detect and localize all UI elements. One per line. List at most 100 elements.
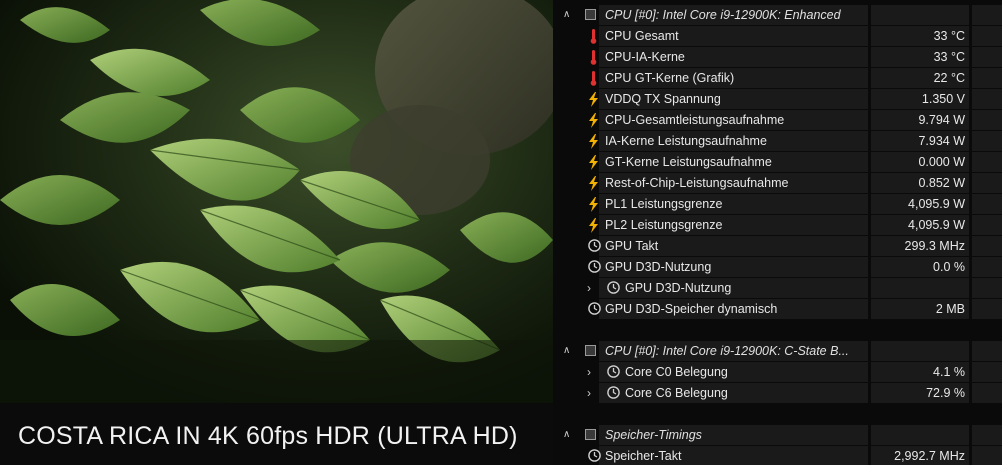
- lightning-icon: [588, 197, 599, 212]
- collapse-caret-icon[interactable]: ∧: [563, 345, 570, 356]
- sensor-row[interactable]: PL1 Leistungsgrenze 4,095.9 W: [553, 194, 1002, 215]
- sensor-row[interactable]: › Core C0 Belegung 4.1 %: [553, 362, 1002, 383]
- sensor-label: CPU-IA-Kerne: [605, 50, 685, 64]
- chip-icon: [585, 345, 596, 356]
- clock-icon: [607, 386, 620, 401]
- thermometer-icon: [588, 50, 599, 65]
- sensor-row[interactable]: CPU GT-Kerne (Grafik) 22 °C: [553, 68, 1002, 89]
- row-background: [972, 110, 1002, 130]
- sensor-label: IA-Kerne Leistungsaufnahme: [605, 134, 767, 148]
- clock-icon: [588, 449, 601, 464]
- sensor-group-title: CPU [#0]: Intel Core i9-12900K: Enhanced: [605, 8, 841, 22]
- sensor-label: CPU GT-Kerne (Grafik): [605, 71, 735, 85]
- row-background: [972, 26, 1002, 46]
- sensor-row[interactable]: › Core C6 Belegung 72.9 %: [553, 383, 1002, 404]
- sensor-group-header[interactable]: ∧ Speicher-Timings: [553, 425, 1002, 446]
- sensor-label: CPU Gesamt: [605, 29, 679, 43]
- row-background: [871, 278, 969, 298]
- expand-chevron-icon[interactable]: ›: [587, 281, 591, 295]
- row-background: [972, 236, 1002, 256]
- clock-icon: [588, 302, 601, 317]
- row-background: [972, 173, 1002, 193]
- row-background: [972, 215, 1002, 235]
- sensor-row[interactable]: GPU Takt 299.3 MHz: [553, 236, 1002, 257]
- sensor-row[interactable]: CPU-Gesamtleistungsaufnahme 9.794 W: [553, 110, 1002, 131]
- thermometer-icon: [588, 71, 599, 86]
- sensor-label: GPU D3D-Nutzung: [605, 260, 712, 274]
- sensor-group-header[interactable]: ∧ CPU [#0]: Intel Core i9-12900K: C-State…: [553, 341, 1002, 362]
- sensor-label: Core C0 Belegung: [625, 365, 728, 379]
- row-background: [972, 89, 1002, 109]
- row-background: [972, 278, 1002, 298]
- sensor-value: 7.934 W: [918, 134, 965, 148]
- sensor-label: VDDQ TX Spannung: [605, 92, 721, 106]
- sensor-label: Rest-of-Chip-Leistungsaufnahme: [605, 176, 789, 190]
- thermometer-icon: [588, 29, 599, 44]
- sensor-value: 72.9 %: [926, 386, 965, 400]
- collapse-caret-icon[interactable]: ∧: [563, 429, 570, 440]
- row-background: [972, 425, 1002, 445]
- row-background: [972, 68, 1002, 88]
- clock-icon: [607, 281, 620, 296]
- row-background: [972, 299, 1002, 319]
- sensor-group-header[interactable]: ∧ CPU [#0]: Intel Core i9-12900K: Enhance…: [553, 5, 1002, 26]
- row-background: [972, 341, 1002, 361]
- sensor-row[interactable]: CPU Gesamt 33 °C: [553, 26, 1002, 47]
- expand-chevron-icon[interactable]: ›: [587, 386, 591, 400]
- sensor-row[interactable]: Speicher-Takt 2,992.7 MHz: [553, 446, 1002, 465]
- sensor-value: 33 °C: [933, 29, 965, 43]
- lightning-icon: [588, 176, 599, 191]
- sensor-label: GPU D3D-Nutzung: [625, 281, 732, 295]
- sensor-value: 9.794 W: [918, 113, 965, 127]
- sensor-row[interactable]: GPU D3D-Nutzung 0.0 %: [553, 257, 1002, 278]
- row-background: [972, 257, 1002, 277]
- row-background: [972, 47, 1002, 67]
- row-background: [871, 425, 969, 445]
- sensor-label: Speicher-Takt: [605, 449, 682, 463]
- sensor-label: GPU D3D-Speicher dynamisch: [605, 302, 778, 316]
- clock-icon: [588, 260, 601, 275]
- row-background: [972, 194, 1002, 214]
- sensor-value: 1.350 V: [921, 92, 965, 106]
- sensor-row[interactable]: GPU D3D-Speicher dynamisch 2 MB: [553, 299, 1002, 320]
- sensor-value: 22 °C: [933, 71, 965, 85]
- lightning-icon: [588, 218, 599, 233]
- row-background: [972, 5, 1002, 25]
- sensor-row[interactable]: VDDQ TX Spannung 1.350 V: [553, 89, 1002, 110]
- sensor-label: CPU-Gesamtleistungsaufnahme: [605, 113, 785, 127]
- sensor-value: 299.3 MHz: [904, 239, 965, 253]
- lightning-icon: [588, 113, 599, 128]
- sensor-row[interactable]: › GPU D3D-Nutzung: [553, 278, 1002, 299]
- sensor-row[interactable]: IA-Kerne Leistungsaufnahme 7.934 W: [553, 131, 1002, 152]
- sensor-label: GPU Takt: [605, 239, 659, 253]
- lightning-icon: [588, 134, 599, 149]
- row-background: [871, 341, 969, 361]
- sensor-row[interactable]: GT-Kerne Leistungsaufnahme 0.000 W: [553, 152, 1002, 173]
- video-player[interactable]: COSTA RICA IN 4K 60fps HDR (ULTRA HD): [0, 0, 553, 465]
- row-background: [972, 131, 1002, 151]
- sensor-label: PL2 Leistungsgrenze: [605, 218, 723, 232]
- row-background: [972, 152, 1002, 172]
- sensor-panel[interactable]: ∧ CPU [#0]: Intel Core i9-12900K: Enhance…: [553, 0, 1002, 465]
- lightning-icon: [588, 155, 599, 170]
- video-frame: [0, 0, 553, 403]
- chip-icon: [585, 429, 596, 440]
- sensor-label: Core C6 Belegung: [625, 386, 728, 400]
- sensor-value: 33 °C: [933, 50, 965, 64]
- sensor-row[interactable]: CPU-IA-Kerne 33 °C: [553, 47, 1002, 68]
- sensor-value: 0.0 %: [933, 260, 965, 274]
- expand-chevron-icon[interactable]: ›: [587, 365, 591, 379]
- video-title[interactable]: COSTA RICA IN 4K 60fps HDR (ULTRA HD): [18, 422, 518, 451]
- sensor-value: 4.1 %: [933, 365, 965, 379]
- sensor-label: GT-Kerne Leistungsaufnahme: [605, 155, 772, 169]
- sensor-row[interactable]: Rest-of-Chip-Leistungsaufnahme 0.852 W: [553, 173, 1002, 194]
- collapse-caret-icon[interactable]: ∧: [563, 9, 570, 20]
- lightning-icon: [588, 92, 599, 107]
- sensor-value: 0.852 W: [918, 176, 965, 190]
- clock-icon: [607, 365, 620, 380]
- sensor-group-title: Speicher-Timings: [605, 428, 702, 442]
- row-background: [972, 362, 1002, 382]
- chip-icon: [585, 9, 596, 20]
- sensor-value: 0.000 W: [918, 155, 965, 169]
- sensor-row[interactable]: PL2 Leistungsgrenze 4,095.9 W: [553, 215, 1002, 236]
